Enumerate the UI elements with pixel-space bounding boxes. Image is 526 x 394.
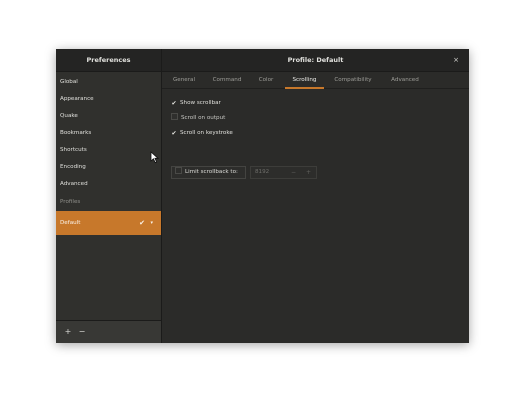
scrollback-lines-spinbutton[interactable]: 8192 − + xyxy=(250,166,317,179)
add-profile-button[interactable]: + xyxy=(62,327,74,337)
close-icon[interactable]: × xyxy=(451,55,461,65)
titlebar: Preferences Profile: Default × xyxy=(56,49,469,72)
remove-profile-button[interactable]: − xyxy=(76,327,88,337)
scroll-on-keystroke-check-icon: ✔ xyxy=(171,130,177,137)
scroll-on-output-box xyxy=(171,113,178,120)
tab-scrolling[interactable]: Scrolling xyxy=(285,72,324,89)
profile-tabs: General Command Color Scrolling Compatib… xyxy=(162,72,469,89)
sidebar-item-profile-default[interactable]: Default ✔ ▾ xyxy=(56,211,161,235)
profile-content: General Command Color Scrolling Compatib… xyxy=(162,72,469,343)
scrollback-increase-icon[interactable]: + xyxy=(306,167,311,178)
profiles-header: Profiles xyxy=(60,199,81,205)
preferences-title: Preferences xyxy=(56,49,162,71)
show-scrollbar-label: Show scrollbar xyxy=(180,100,221,106)
sidebar: Global Appearance Quake Bookmarks Shortc… xyxy=(56,72,162,343)
preferences-window: Preferences Profile: Default × Global Ap… xyxy=(56,49,469,343)
profile-title: Profile: Default xyxy=(287,56,344,64)
tab-command[interactable]: Command xyxy=(210,72,244,88)
scrollback-decrease-icon[interactable]: − xyxy=(291,167,296,178)
sidebar-item-bookmarks[interactable]: Bookmarks xyxy=(56,125,161,141)
sidebar-item-encoding[interactable]: Encoding xyxy=(56,159,161,175)
scrollback-lines-value: 8192 xyxy=(255,169,270,175)
mouse-pointer-icon xyxy=(150,151,159,164)
tab-color[interactable]: Color xyxy=(257,72,275,88)
scroll-on-keystroke-label: Scroll on keystroke xyxy=(180,130,233,136)
show-scrollbar-checkbox[interactable]: ✔ Show scrollbar xyxy=(171,97,221,109)
limit-scrollback-checkbox[interactable]: Limit scrollback to: xyxy=(171,166,246,179)
scroll-on-keystroke-checkbox[interactable]: ✔ Scroll on keystroke xyxy=(171,127,233,139)
show-scrollbar-check-icon: ✔ xyxy=(171,100,177,107)
scroll-on-output-checkbox[interactable]: Scroll on output xyxy=(171,112,225,124)
tab-general[interactable]: General xyxy=(171,72,197,88)
profile-menu-chevron-down-icon[interactable]: ▾ xyxy=(150,211,153,235)
tab-advanced[interactable]: Advanced xyxy=(388,72,422,88)
sidebar-item-quake[interactable]: Quake xyxy=(56,108,161,124)
sidebar-item-advanced[interactable]: Advanced xyxy=(56,176,161,192)
sidebar-item-shortcuts[interactable]: Shortcuts xyxy=(56,142,161,158)
default-profile-check-icon: ✔ xyxy=(139,219,145,227)
tab-compatibility[interactable]: Compatibility xyxy=(330,72,376,88)
sidebar-footer: + − xyxy=(56,320,161,343)
limit-scrollback-box xyxy=(175,167,182,174)
profile-default-label: Default xyxy=(60,220,81,226)
sidebar-item-global[interactable]: Global xyxy=(56,74,161,90)
sidebar-item-appearance[interactable]: Appearance xyxy=(56,91,161,107)
limit-scrollback-label: Limit scrollback to: xyxy=(185,169,238,175)
scroll-on-output-label: Scroll on output xyxy=(181,115,226,121)
